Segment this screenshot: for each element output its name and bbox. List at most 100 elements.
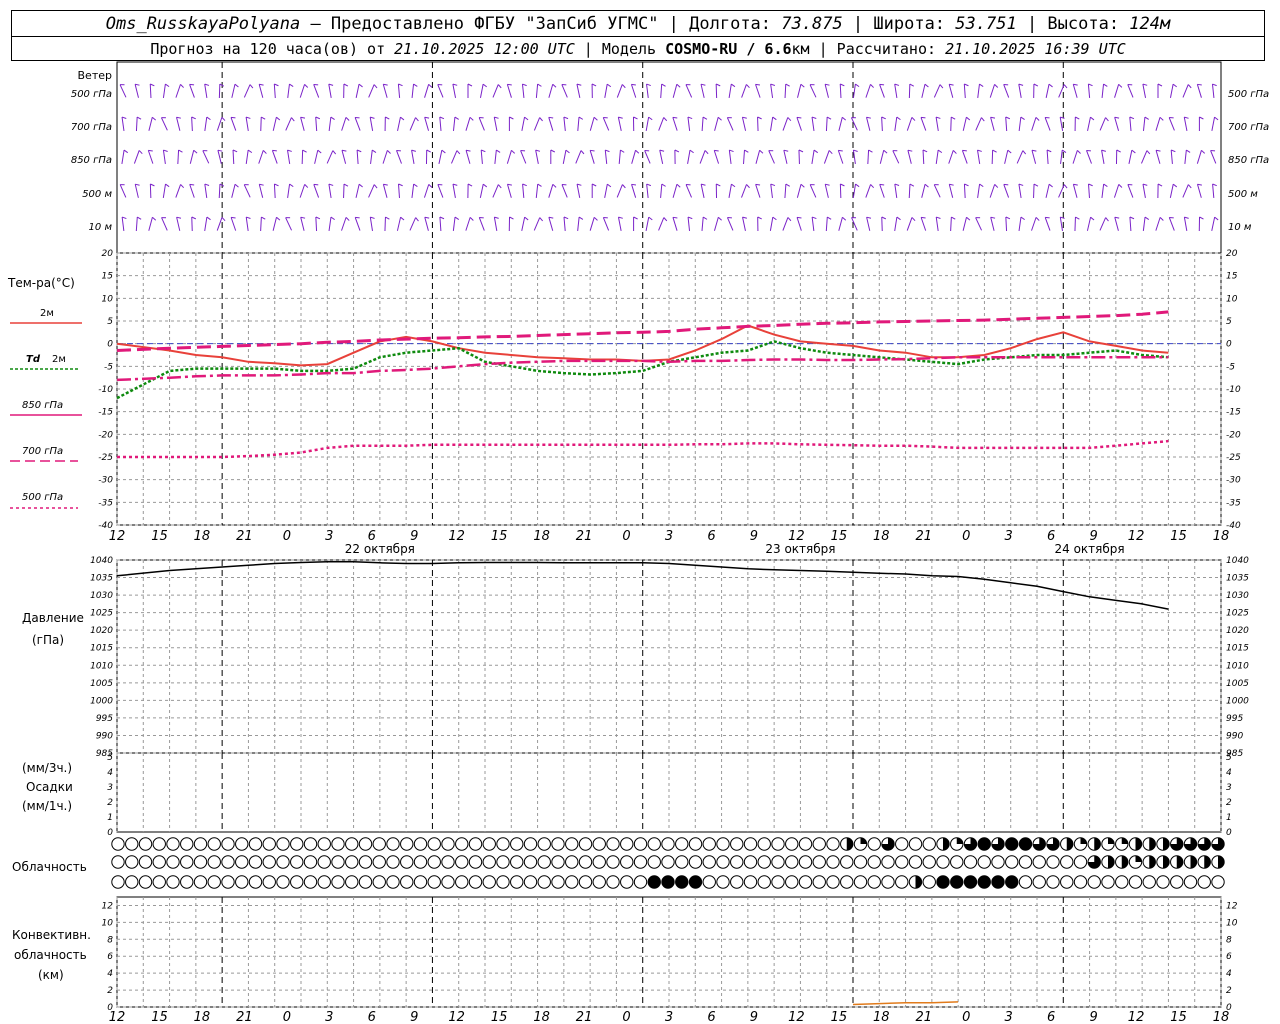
wind-barb — [355, 83, 363, 98]
wind-barb — [1101, 83, 1108, 99]
wind-barb — [1212, 183, 1217, 199]
cloud-symbol — [963, 855, 978, 869]
wind-barb — [633, 216, 638, 231]
cloud-symbol — [303, 855, 318, 869]
cloud-fill — [1121, 837, 1128, 844]
pressure-y-tick-right: 1030 — [1226, 591, 1249, 601]
date-label: 23 октября — [765, 542, 835, 556]
wind-barb — [548, 116, 554, 131]
wind-level-label-left: 850 гПа — [71, 155, 112, 166]
wind-barb — [631, 149, 640, 164]
temp-hour-tick-label: 15 — [151, 529, 168, 544]
cloud-fill — [1163, 837, 1170, 851]
cloud-symbol — [895, 855, 909, 869]
wind-barb — [782, 217, 792, 231]
wind-barb — [741, 184, 750, 198]
wind-barb — [1142, 83, 1148, 98]
cloud-symbol — [867, 855, 881, 869]
wind-barb — [950, 216, 956, 232]
wind-barb — [1018, 183, 1024, 198]
wind-barb — [300, 216, 306, 231]
wind-barb — [602, 217, 610, 231]
wind-barb — [1142, 116, 1149, 132]
cloud-symbol — [386, 837, 400, 851]
cloud-symbol — [565, 875, 579, 889]
precip-y-tick-right: 5 — [1226, 753, 1232, 763]
wind-barb — [506, 83, 512, 98]
conv-hour-tick-label: 6 — [707, 1010, 715, 1024]
conv-hour-tick-label: 21 — [576, 1010, 593, 1024]
cloud-symbol — [826, 855, 840, 869]
temp-hour-tick-label: 3 — [1005, 529, 1013, 544]
cloud-symbol — [675, 837, 689, 851]
wind-barb — [258, 83, 264, 98]
cloud-symbol — [578, 837, 593, 851]
cloud-symbol — [867, 837, 881, 851]
cloud-symbol — [1032, 875, 1046, 889]
wind-barb — [726, 117, 734, 131]
wind-barb — [646, 183, 652, 199]
cloud-symbol — [620, 837, 634, 851]
cloud-title: Облачность — [12, 860, 87, 874]
wind-barb — [425, 149, 431, 165]
wind-barb — [1183, 116, 1189, 131]
wind-barb — [646, 83, 651, 99]
wind-barb — [398, 183, 403, 199]
wind-barb — [809, 184, 817, 198]
pressure-y-tick-right: 1035 — [1226, 574, 1249, 584]
wind-barb — [563, 116, 569, 132]
wind-barb — [866, 116, 871, 131]
wind-barb — [768, 150, 775, 164]
wind-barb — [906, 217, 916, 231]
wind-barb — [191, 216, 197, 232]
cloud-symbol — [468, 837, 483, 851]
wind-barb — [176, 216, 182, 231]
wind-barb — [616, 84, 626, 98]
precip-unit-1h: (мм/1ч.) — [22, 799, 72, 813]
wind-barb — [478, 117, 485, 131]
wind-barb — [852, 83, 860, 99]
wind-barb — [189, 83, 195, 98]
temp-hour-tick-label: 12 — [109, 529, 126, 544]
cloud-symbol — [620, 855, 634, 869]
wind-barb — [1211, 116, 1219, 131]
wind-barb — [258, 150, 267, 164]
cloud-fill — [991, 875, 1005, 889]
wind-barb — [811, 216, 817, 232]
wind-barb — [1101, 149, 1107, 164]
wind-barb — [243, 184, 251, 198]
wind-barb — [575, 150, 585, 164]
cloud-symbol — [840, 855, 854, 869]
cloud-symbol — [482, 855, 496, 869]
wind-barb — [133, 150, 143, 164]
conv-hour-tick-label: 18 — [533, 1010, 550, 1024]
wind-barb — [963, 83, 969, 99]
temp-hour-tick-label: 12 — [1128, 529, 1145, 544]
precip-y-tick: 1 — [107, 813, 113, 823]
wind-barb — [770, 83, 776, 99]
precip-y-tick-right: 4 — [1226, 768, 1232, 778]
wind-barb — [494, 149, 501, 165]
wind-barb — [119, 84, 127, 98]
cloud-symbol — [798, 875, 813, 889]
conv-y-tick: 8 — [107, 935, 113, 945]
wind-barb — [1074, 216, 1080, 232]
cloud-symbol — [895, 875, 909, 889]
cloud-symbol — [840, 875, 854, 889]
cloud-symbol — [386, 875, 400, 889]
wind-barb — [823, 150, 833, 164]
wind-barb — [493, 116, 499, 131]
cloud-symbol — [235, 855, 249, 869]
wind-barb — [1182, 184, 1192, 198]
conv-hour-tick-label: 18 — [194, 1010, 211, 1024]
cloud-fill — [1108, 837, 1115, 844]
wind-barb — [135, 116, 142, 132]
wind-barb — [230, 116, 237, 131]
cloud-symbol — [386, 855, 400, 869]
wind-barb — [728, 83, 736, 98]
temp-hour-tick-label: 6 — [707, 529, 715, 544]
wind-barb — [879, 83, 885, 98]
wind-barb — [589, 116, 598, 131]
wind-barb — [591, 183, 597, 198]
cloud-symbol — [427, 837, 441, 851]
